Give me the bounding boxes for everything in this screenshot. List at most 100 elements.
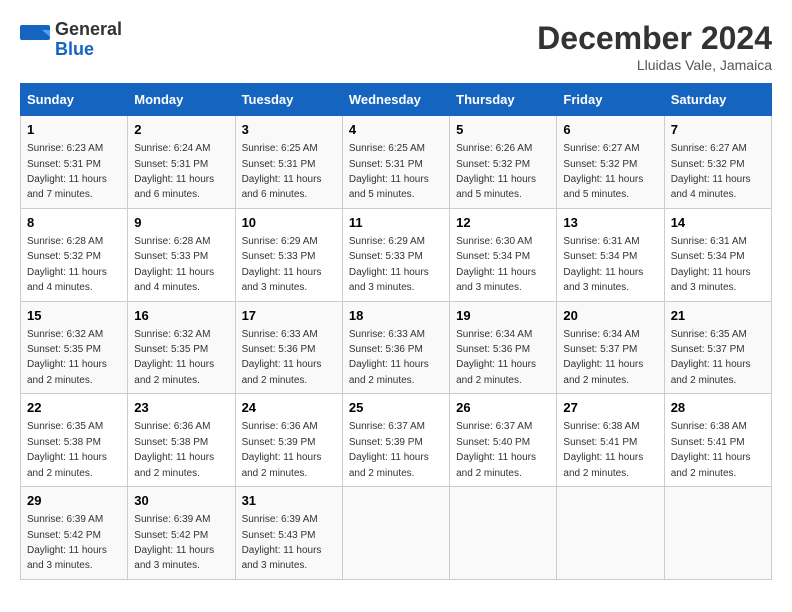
day-info: Sunrise: 6:30 AMSunset: 5:34 PMDaylight:… bbox=[456, 236, 536, 293]
day-number: 2 bbox=[134, 121, 228, 139]
day-info: Sunrise: 6:31 AMSunset: 5:34 PMDaylight:… bbox=[563, 236, 643, 293]
day-info: Sunrise: 6:25 AMSunset: 5:31 PMDaylight:… bbox=[349, 143, 429, 200]
day-info: Sunrise: 6:33 AMSunset: 5:36 PMDaylight:… bbox=[242, 329, 322, 386]
day-info: Sunrise: 6:38 AMSunset: 5:41 PMDaylight:… bbox=[671, 421, 751, 478]
day-number: 6 bbox=[563, 121, 657, 139]
day-number: 20 bbox=[563, 307, 657, 325]
calendar-row: 8 Sunrise: 6:28 AMSunset: 5:32 PMDayligh… bbox=[21, 208, 772, 301]
day-number: 27 bbox=[563, 399, 657, 417]
day-number: 31 bbox=[242, 492, 336, 510]
day-info: Sunrise: 6:39 AMSunset: 5:42 PMDaylight:… bbox=[27, 514, 107, 571]
logo-general-text: General bbox=[55, 20, 122, 40]
day-number: 26 bbox=[456, 399, 550, 417]
table-row: 2 Sunrise: 6:24 AMSunset: 5:31 PMDayligh… bbox=[128, 116, 235, 209]
day-info: Sunrise: 6:28 AMSunset: 5:33 PMDaylight:… bbox=[134, 236, 214, 293]
logo-text: General Blue bbox=[55, 20, 122, 60]
col-monday: Monday bbox=[128, 84, 235, 116]
day-info: Sunrise: 6:35 AMSunset: 5:37 PMDaylight:… bbox=[671, 329, 751, 386]
table-row: 5 Sunrise: 6:26 AMSunset: 5:32 PMDayligh… bbox=[450, 116, 557, 209]
day-info: Sunrise: 6:33 AMSunset: 5:36 PMDaylight:… bbox=[349, 329, 429, 386]
day-info: Sunrise: 6:29 AMSunset: 5:33 PMDaylight:… bbox=[242, 236, 322, 293]
day-number: 21 bbox=[671, 307, 765, 325]
table-row: 12 Sunrise: 6:30 AMSunset: 5:34 PMDaylig… bbox=[450, 208, 557, 301]
day-number: 13 bbox=[563, 214, 657, 232]
table-row: 23 Sunrise: 6:36 AMSunset: 5:38 PMDaylig… bbox=[128, 394, 235, 487]
table-row: 7 Sunrise: 6:27 AMSunset: 5:32 PMDayligh… bbox=[664, 116, 771, 209]
day-info: Sunrise: 6:32 AMSunset: 5:35 PMDaylight:… bbox=[134, 329, 214, 386]
day-number: 22 bbox=[27, 399, 121, 417]
day-number: 12 bbox=[456, 214, 550, 232]
day-number: 1 bbox=[27, 121, 121, 139]
calendar-row: 15 Sunrise: 6:32 AMSunset: 5:35 PMDaylig… bbox=[21, 301, 772, 394]
day-number: 14 bbox=[671, 214, 765, 232]
table-row: 8 Sunrise: 6:28 AMSunset: 5:32 PMDayligh… bbox=[21, 208, 128, 301]
day-info: Sunrise: 6:29 AMSunset: 5:33 PMDaylight:… bbox=[349, 236, 429, 293]
day-number: 18 bbox=[349, 307, 443, 325]
day-info: Sunrise: 6:37 AMSunset: 5:39 PMDaylight:… bbox=[349, 421, 429, 478]
day-number: 7 bbox=[671, 121, 765, 139]
table-row: 27 Sunrise: 6:38 AMSunset: 5:41 PMDaylig… bbox=[557, 394, 664, 487]
day-number: 4 bbox=[349, 121, 443, 139]
page-header: General Blue December 2024 Lluidas Vale,… bbox=[20, 20, 772, 73]
table-row: 28 Sunrise: 6:38 AMSunset: 5:41 PMDaylig… bbox=[664, 394, 771, 487]
day-info: Sunrise: 6:31 AMSunset: 5:34 PMDaylight:… bbox=[671, 236, 751, 293]
table-row bbox=[342, 487, 449, 580]
day-number: 28 bbox=[671, 399, 765, 417]
table-row: 24 Sunrise: 6:36 AMSunset: 5:39 PMDaylig… bbox=[235, 394, 342, 487]
day-info: Sunrise: 6:27 AMSunset: 5:32 PMDaylight:… bbox=[563, 143, 643, 200]
day-number: 17 bbox=[242, 307, 336, 325]
title-block: December 2024 Lluidas Vale, Jamaica bbox=[537, 20, 772, 73]
col-thursday: Thursday bbox=[450, 84, 557, 116]
day-number: 25 bbox=[349, 399, 443, 417]
day-number: 11 bbox=[349, 214, 443, 232]
day-info: Sunrise: 6:28 AMSunset: 5:32 PMDaylight:… bbox=[27, 236, 107, 293]
table-row bbox=[664, 487, 771, 580]
day-info: Sunrise: 6:36 AMSunset: 5:39 PMDaylight:… bbox=[242, 421, 322, 478]
day-info: Sunrise: 6:37 AMSunset: 5:40 PMDaylight:… bbox=[456, 421, 536, 478]
day-number: 23 bbox=[134, 399, 228, 417]
table-row: 18 Sunrise: 6:33 AMSunset: 5:36 PMDaylig… bbox=[342, 301, 449, 394]
day-number: 16 bbox=[134, 307, 228, 325]
table-row: 19 Sunrise: 6:34 AMSunset: 5:36 PMDaylig… bbox=[450, 301, 557, 394]
day-info: Sunrise: 6:25 AMSunset: 5:31 PMDaylight:… bbox=[242, 143, 322, 200]
logo-blue-text: Blue bbox=[55, 40, 122, 60]
table-row: 4 Sunrise: 6:25 AMSunset: 5:31 PMDayligh… bbox=[342, 116, 449, 209]
day-info: Sunrise: 6:32 AMSunset: 5:35 PMDaylight:… bbox=[27, 329, 107, 386]
day-number: 19 bbox=[456, 307, 550, 325]
table-row: 26 Sunrise: 6:37 AMSunset: 5:40 PMDaylig… bbox=[450, 394, 557, 487]
table-row: 11 Sunrise: 6:29 AMSunset: 5:33 PMDaylig… bbox=[342, 208, 449, 301]
day-number: 10 bbox=[242, 214, 336, 232]
calendar-row: 29 Sunrise: 6:39 AMSunset: 5:42 PMDaylig… bbox=[21, 487, 772, 580]
table-row: 10 Sunrise: 6:29 AMSunset: 5:33 PMDaylig… bbox=[235, 208, 342, 301]
table-row: 3 Sunrise: 6:25 AMSunset: 5:31 PMDayligh… bbox=[235, 116, 342, 209]
day-info: Sunrise: 6:35 AMSunset: 5:38 PMDaylight:… bbox=[27, 421, 107, 478]
day-info: Sunrise: 6:24 AMSunset: 5:31 PMDaylight:… bbox=[134, 143, 214, 200]
day-number: 30 bbox=[134, 492, 228, 510]
header-row: Sunday Monday Tuesday Wednesday Thursday… bbox=[21, 84, 772, 116]
table-row: 14 Sunrise: 6:31 AMSunset: 5:34 PMDaylig… bbox=[664, 208, 771, 301]
table-row: 15 Sunrise: 6:32 AMSunset: 5:35 PMDaylig… bbox=[21, 301, 128, 394]
day-number: 8 bbox=[27, 214, 121, 232]
day-info: Sunrise: 6:39 AMSunset: 5:43 PMDaylight:… bbox=[242, 514, 322, 571]
day-number: 3 bbox=[242, 121, 336, 139]
table-row: 17 Sunrise: 6:33 AMSunset: 5:36 PMDaylig… bbox=[235, 301, 342, 394]
table-row: 22 Sunrise: 6:35 AMSunset: 5:38 PMDaylig… bbox=[21, 394, 128, 487]
day-info: Sunrise: 6:23 AMSunset: 5:31 PMDaylight:… bbox=[27, 143, 107, 200]
table-row: 9 Sunrise: 6:28 AMSunset: 5:33 PMDayligh… bbox=[128, 208, 235, 301]
table-row: 25 Sunrise: 6:37 AMSunset: 5:39 PMDaylig… bbox=[342, 394, 449, 487]
day-number: 9 bbox=[134, 214, 228, 232]
day-info: Sunrise: 6:27 AMSunset: 5:32 PMDaylight:… bbox=[671, 143, 751, 200]
day-info: Sunrise: 6:39 AMSunset: 5:42 PMDaylight:… bbox=[134, 514, 214, 571]
table-row bbox=[450, 487, 557, 580]
day-number: 29 bbox=[27, 492, 121, 510]
location-text: Lluidas Vale, Jamaica bbox=[537, 57, 772, 73]
col-tuesday: Tuesday bbox=[235, 84, 342, 116]
day-info: Sunrise: 6:34 AMSunset: 5:37 PMDaylight:… bbox=[563, 329, 643, 386]
col-saturday: Saturday bbox=[664, 84, 771, 116]
table-row: 29 Sunrise: 6:39 AMSunset: 5:42 PMDaylig… bbox=[21, 487, 128, 580]
day-info: Sunrise: 6:36 AMSunset: 5:38 PMDaylight:… bbox=[134, 421, 214, 478]
logo: General Blue bbox=[20, 20, 122, 60]
col-friday: Friday bbox=[557, 84, 664, 116]
table-row: 13 Sunrise: 6:31 AMSunset: 5:34 PMDaylig… bbox=[557, 208, 664, 301]
day-info: Sunrise: 6:34 AMSunset: 5:36 PMDaylight:… bbox=[456, 329, 536, 386]
